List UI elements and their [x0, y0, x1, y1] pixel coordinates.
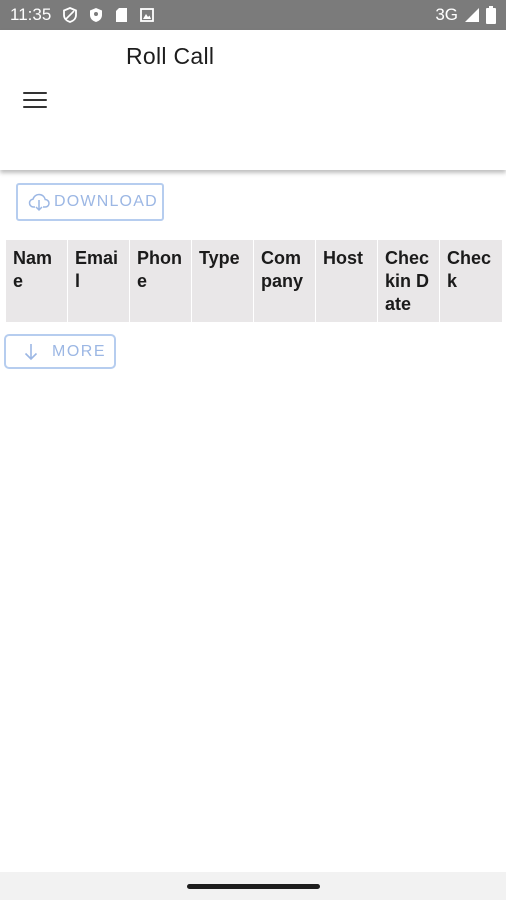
navigation-bar: [0, 872, 506, 900]
status-time: 11:35: [10, 5, 52, 24]
download-label: DOWNLOAD: [54, 193, 158, 210]
shield-icon: [89, 7, 103, 23]
signal-icon: [464, 7, 480, 23]
column-header-company[interactable]: Company: [254, 240, 316, 322]
attendance-table: Name Email Phone Type Company Host Check…: [6, 240, 502, 322]
column-header-name[interactable]: Name: [6, 240, 68, 322]
arrow-down-icon: [24, 343, 38, 361]
shield-outline-icon: [63, 7, 78, 23]
download-button[interactable]: DOWNLOAD: [16, 183, 164, 221]
column-header-check[interactable]: Check: [440, 240, 502, 322]
status-bar: 11:35 3G: [0, 0, 506, 30]
page-title: Roll Call: [126, 43, 215, 69]
more-label: MORE: [52, 342, 106, 360]
image-icon: [140, 8, 155, 22]
column-header-phone[interactable]: Phone: [130, 240, 192, 322]
status-right: 3G: [435, 5, 496, 25]
more-button[interactable]: MORE: [4, 334, 116, 369]
sd-card-icon: [115, 7, 128, 23]
column-header-checkin-date[interactable]: Checkin Date: [378, 240, 440, 322]
column-header-type[interactable]: Type: [192, 240, 254, 322]
cloud-download-icon: [28, 192, 54, 212]
app-bar: Roll Call: [0, 30, 506, 170]
hamburger-menu-icon[interactable]: [22, 90, 48, 110]
status-left: 11:35: [10, 5, 155, 25]
home-indicator[interactable]: [187, 884, 320, 889]
column-header-host[interactable]: Host: [316, 240, 378, 322]
column-header-email[interactable]: Email: [68, 240, 130, 322]
battery-icon: [486, 6, 496, 24]
network-type: 3G: [435, 5, 458, 24]
